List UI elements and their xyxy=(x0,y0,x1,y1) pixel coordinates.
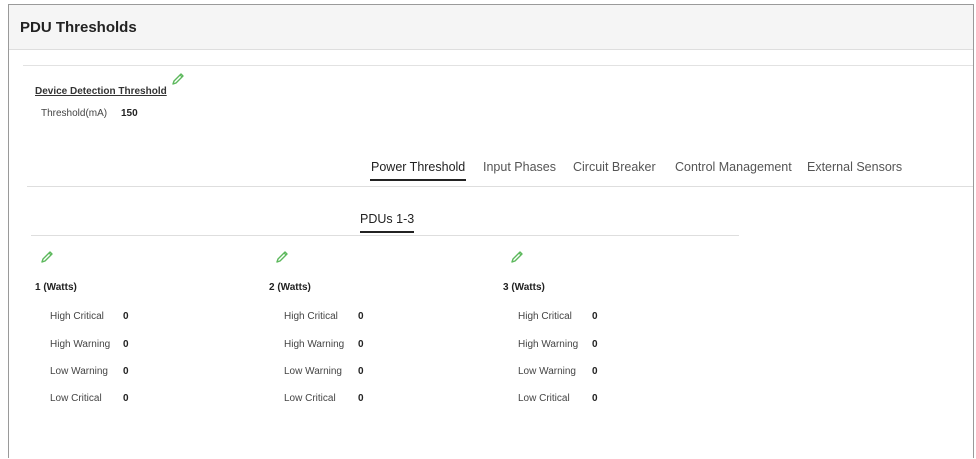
tab-control-management[interactable]: Control Management xyxy=(675,160,792,174)
high-warning-label: High Warning xyxy=(518,339,579,350)
edit-pencil-icon[interactable] xyxy=(510,250,524,264)
low-warning-value: 0 xyxy=(358,366,364,377)
pdu-2-title: 2 (Watts) xyxy=(269,282,311,293)
low-warning-label: Low Warning xyxy=(50,366,108,377)
high-warning-value: 0 xyxy=(592,339,598,350)
tabs-divider xyxy=(27,186,973,187)
low-warning-label: Low Warning xyxy=(284,366,342,377)
tab-input-phases[interactable]: Input Phases xyxy=(483,160,556,174)
tab-circuit-breaker[interactable]: Circuit Breaker xyxy=(573,160,656,174)
low-critical-label: Low Critical xyxy=(518,393,570,404)
pdu-thresholds-panel: PDU Thresholds Device Detection Threshol… xyxy=(8,4,974,458)
pdu-1-title: 1 (Watts) xyxy=(35,282,77,293)
high-critical-label: High Critical xyxy=(50,311,104,322)
low-critical-value: 0 xyxy=(123,393,129,404)
high-critical-value: 0 xyxy=(592,311,598,322)
edit-pencil-icon[interactable] xyxy=(40,250,54,264)
threshold-label: Threshold(mA) xyxy=(41,108,108,119)
high-critical-value: 0 xyxy=(358,311,364,322)
tab-power-threshold[interactable]: Power Threshold xyxy=(371,160,465,174)
low-critical-label: Low Critical xyxy=(50,393,102,404)
edit-pencil-icon[interactable] xyxy=(171,72,185,86)
low-warning-value: 0 xyxy=(592,366,598,377)
sub-tabs-divider xyxy=(31,235,739,236)
tab-external-sensors[interactable]: External Sensors xyxy=(807,160,902,174)
low-critical-label: Low Critical xyxy=(284,393,336,404)
high-warning-value: 0 xyxy=(358,339,364,350)
low-critical-value: 0 xyxy=(358,393,364,404)
sub-tab-pdus-1-3[interactable]: PDUs 1-3 xyxy=(360,212,414,226)
low-warning-label: Low Warning xyxy=(518,366,576,377)
low-warning-value: 0 xyxy=(123,366,129,377)
page-title: PDU Thresholds xyxy=(20,19,137,36)
low-critical-value: 0 xyxy=(592,393,598,404)
high-critical-label: High Critical xyxy=(518,311,572,322)
threshold-value: 150 xyxy=(121,108,138,119)
high-warning-value: 0 xyxy=(123,339,129,350)
divider xyxy=(23,65,973,66)
high-critical-label: High Critical xyxy=(284,311,338,322)
sub-tab-indicator xyxy=(360,231,414,233)
high-warning-label: High Warning xyxy=(284,339,345,350)
device-detection-threshold-link[interactable]: Device Detection Threshold xyxy=(35,86,167,97)
pdu-3-title: 3 (Watts) xyxy=(503,282,545,293)
edit-pencil-icon[interactable] xyxy=(275,250,289,264)
panel-header: PDU Thresholds xyxy=(9,5,973,50)
high-critical-value: 0 xyxy=(123,311,129,322)
active-tab-indicator xyxy=(370,179,466,181)
high-warning-label: High Warning xyxy=(50,339,111,350)
